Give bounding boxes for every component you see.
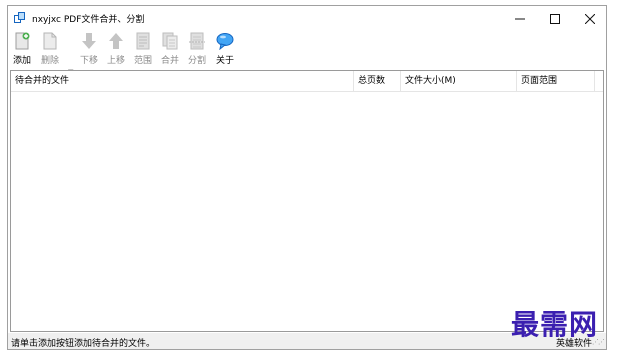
page-range-icon xyxy=(136,32,150,50)
toolbar: 添加 删除 ▼ 下移 上移 范围 xyxy=(8,30,606,76)
add-label: 添加 xyxy=(12,56,31,66)
delete-button[interactable]: 删除 xyxy=(38,32,62,68)
about-button[interactable]: 关于 xyxy=(213,32,237,68)
move-down-label: 下移 xyxy=(79,56,98,66)
split-label: 分割 xyxy=(187,56,206,66)
title-bar[interactable]: nxyjxc PDF文件合并、分割 xyxy=(8,6,606,30)
move-up-label: 上移 xyxy=(106,56,125,66)
arrow-down-icon xyxy=(82,33,96,49)
range-button[interactable]: 范围 xyxy=(131,32,155,68)
delete-label: 删除 xyxy=(40,56,59,66)
about-label: 关于 xyxy=(215,56,234,66)
split-button[interactable]: 分割 xyxy=(185,32,209,68)
add-button[interactable]: 添加 xyxy=(10,32,34,68)
column-header-file[interactable]: 待合并的文件 xyxy=(11,71,354,91)
move-up-button[interactable]: 上移 xyxy=(104,32,128,68)
status-message: 请单击添加按钮添加待合并的文件。 xyxy=(11,339,156,349)
window-title: nxyjxc PDF文件合并、分割 xyxy=(32,15,145,25)
list-header: 待合并的文件 总页数 文件大小(M) 页面范围 xyxy=(11,71,603,92)
column-header-range[interactable]: 页面范围 xyxy=(517,71,595,91)
merge-button[interactable]: 合并 xyxy=(158,32,182,68)
merge-label: 合并 xyxy=(160,56,179,66)
add-file-icon xyxy=(15,32,30,50)
column-header-pages[interactable]: 总页数 xyxy=(354,71,401,91)
minimize-button[interactable] xyxy=(503,6,537,30)
move-down-button[interactable]: 下移 xyxy=(77,32,101,68)
split-icon xyxy=(189,32,205,50)
close-button[interactable] xyxy=(573,6,607,30)
arrow-up-icon xyxy=(109,33,123,49)
maximize-button[interactable] xyxy=(538,6,572,30)
app-window: nxyjxc PDF文件合并、分割 添加 删除 ▼ xyxy=(7,5,607,350)
delete-file-icon xyxy=(43,32,57,50)
app-icon xyxy=(14,12,25,23)
chat-bubble-icon xyxy=(216,33,234,50)
watermark-logo: 最需网 xyxy=(511,308,599,341)
merge-icon xyxy=(162,32,178,50)
file-list[interactable]: 待合并的文件 总页数 文件大小(M) 页面范围 xyxy=(10,70,604,332)
column-header-size[interactable]: 文件大小(M) xyxy=(401,71,517,91)
range-label: 范围 xyxy=(133,56,152,66)
